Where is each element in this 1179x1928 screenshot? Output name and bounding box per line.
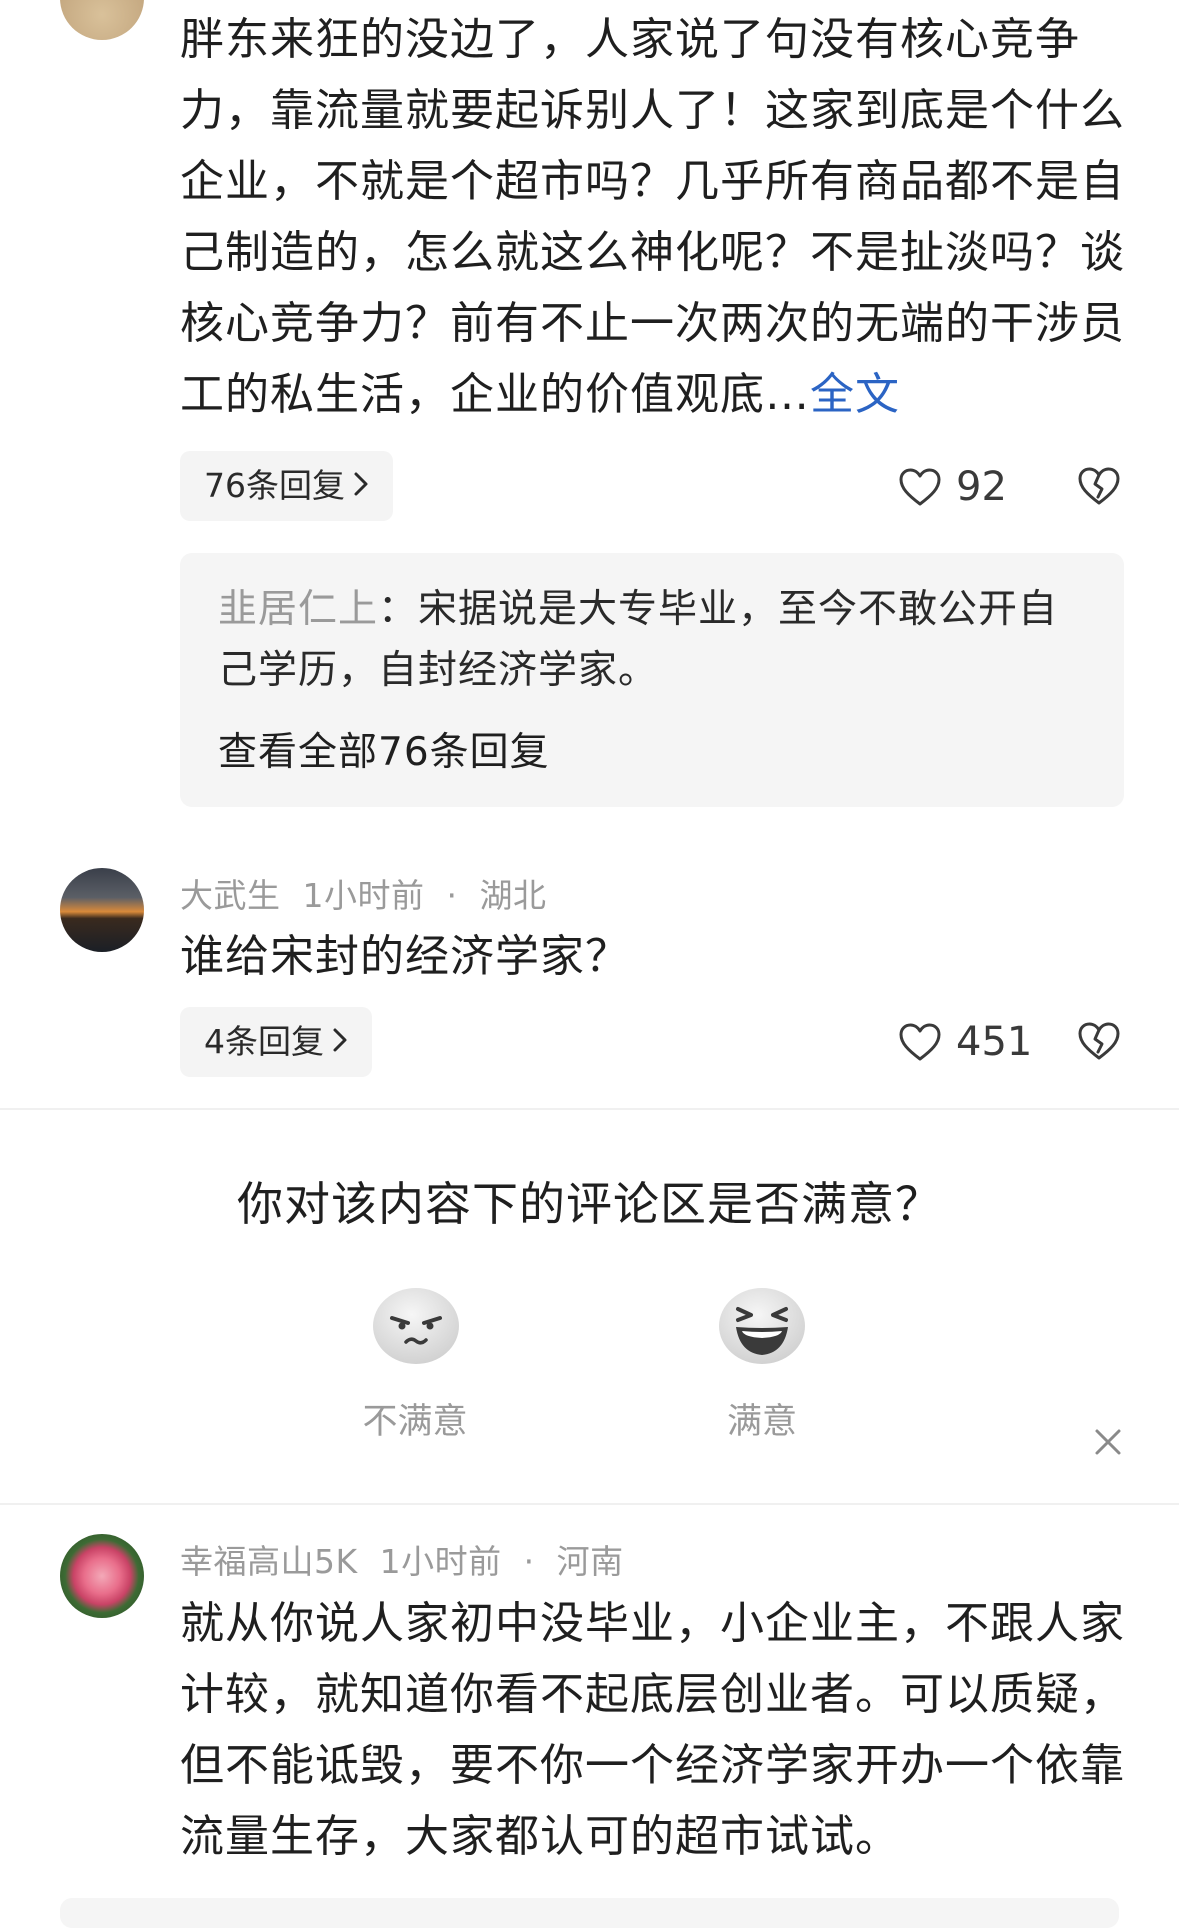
avatar[interactable] [60,0,144,40]
location: 河南 [556,1542,624,1581]
timestamp: 1小时前 [379,1542,502,1581]
replies-label: 4条回复 [204,1022,324,1061]
username[interactable]: 幸福高山5K [180,1542,358,1581]
satisfied-face-icon[interactable] [718,1287,806,1365]
username[interactable]: 大武生 [180,876,281,915]
reply-text: 韭居仁上：宋据说是大专毕业，至今不敢公开自己学历，自封经济学家。 [218,579,1086,701]
dislike-button[interactable] [1077,1020,1121,1066]
location: 湖北 [479,876,547,915]
comment-meta: 幸福高山5K 1小时前 · 河南 [180,1535,646,1583]
reply-author[interactable]: 韭居仁上 [218,587,378,632]
satisfied-label[interactable]: 满意 [662,1393,862,1444]
survey-question: 你对该内容下的评论区是否满意？ [237,1177,942,1231]
comment-text: 就从你说人家初中没毕业，小企业主，不跟人家计较，就知道你看不起底层创业者。可以质… [180,1598,1125,1862]
divider [0,1108,1179,1110]
close-icon[interactable] [1092,1426,1124,1458]
broken-heart-icon [1078,467,1120,505]
like-count: 92 [956,464,1007,510]
meta-dot: · [446,876,458,915]
chevron-right-icon [332,1007,348,1077]
reply-box-partial [60,1898,1119,1928]
replies-button[interactable]: 4条回复 [180,1007,372,1077]
avatar[interactable] [60,868,144,952]
full-text-link[interactable]: 全文 [810,369,900,420]
broken-heart-icon [1078,1022,1120,1060]
chevron-right-icon [353,451,369,521]
meta-dot: · [523,1542,535,1581]
comment-text: 胖东来狂的没边了，人家说了句没有核心竞争力，靠流量就要起诉别人了！这家到底是个什… [180,14,1125,420]
heart-outline-icon [899,468,941,506]
timestamp: 1小时前 [302,876,425,915]
like-count: 451 [956,1019,1033,1065]
replies-label: 76条回复 [204,466,345,505]
like-button[interactable]: 451 [898,1012,1032,1072]
like-button[interactable]: 92 [898,457,1007,517]
comment-text: 谁给宋封的经济学家？ [180,931,630,982]
reply-separator: ： [378,587,419,632]
heart-outline-icon [899,1023,941,1061]
dislike-button[interactable] [1077,465,1121,511]
avatar[interactable] [60,1534,144,1618]
comment-meta: 大武生 1小时前 · 湖北 [180,869,569,917]
divider [0,1503,1179,1505]
unsatisfied-label[interactable]: 不满意 [315,1393,515,1444]
unsatisfied-face-icon[interactable] [372,1287,460,1365]
replies-button[interactable]: 76条回复 [180,451,393,521]
view-all-replies-link[interactable]: 查看全部76条回复 [218,721,1086,777]
pinned-reply[interactable]: 韭居仁上：宋据说是大专毕业，至今不敢公开自己学历，自封经济学家。 查看全部76条… [180,553,1124,807]
